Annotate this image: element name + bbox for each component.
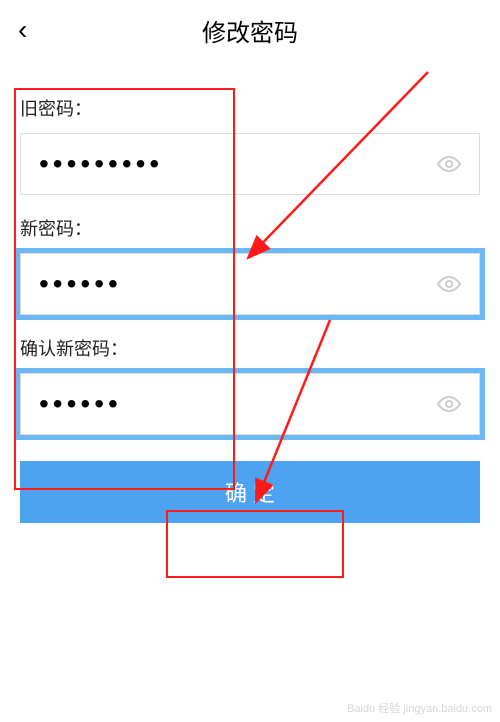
- old-password-label: 旧密码：: [20, 95, 480, 121]
- submit-button[interactable]: 确 定: [20, 461, 480, 523]
- page-title: 修改密码: [0, 13, 500, 48]
- old-password-input[interactable]: [39, 148, 461, 180]
- confirm-password-input-wrap[interactable]: [20, 373, 480, 435]
- eye-icon[interactable]: [437, 392, 461, 416]
- back-button[interactable]: ‹: [18, 14, 27, 46]
- header: ‹ 修改密码: [0, 0, 500, 60]
- old-password-group: 旧密码：: [20, 95, 480, 195]
- eye-icon[interactable]: [437, 152, 461, 176]
- new-password-input-wrap[interactable]: [20, 253, 480, 315]
- confirm-password-group: 确认新密码：: [20, 335, 480, 435]
- new-password-input[interactable]: [39, 268, 461, 300]
- new-password-label: 新密码：: [20, 215, 480, 241]
- chevron-left-icon: ‹: [18, 14, 27, 45]
- confirm-password-input[interactable]: [39, 388, 461, 420]
- eye-icon[interactable]: [437, 272, 461, 296]
- watermark: Baidu 经验 jingyan.baidu.com: [347, 700, 492, 716]
- confirm-password-label: 确认新密码：: [20, 335, 480, 361]
- old-password-input-wrap[interactable]: [20, 133, 480, 195]
- change-password-form: 旧密码： 新密码： 确认新密码： 确 定: [0, 60, 500, 523]
- new-password-group: 新密码：: [20, 215, 480, 315]
